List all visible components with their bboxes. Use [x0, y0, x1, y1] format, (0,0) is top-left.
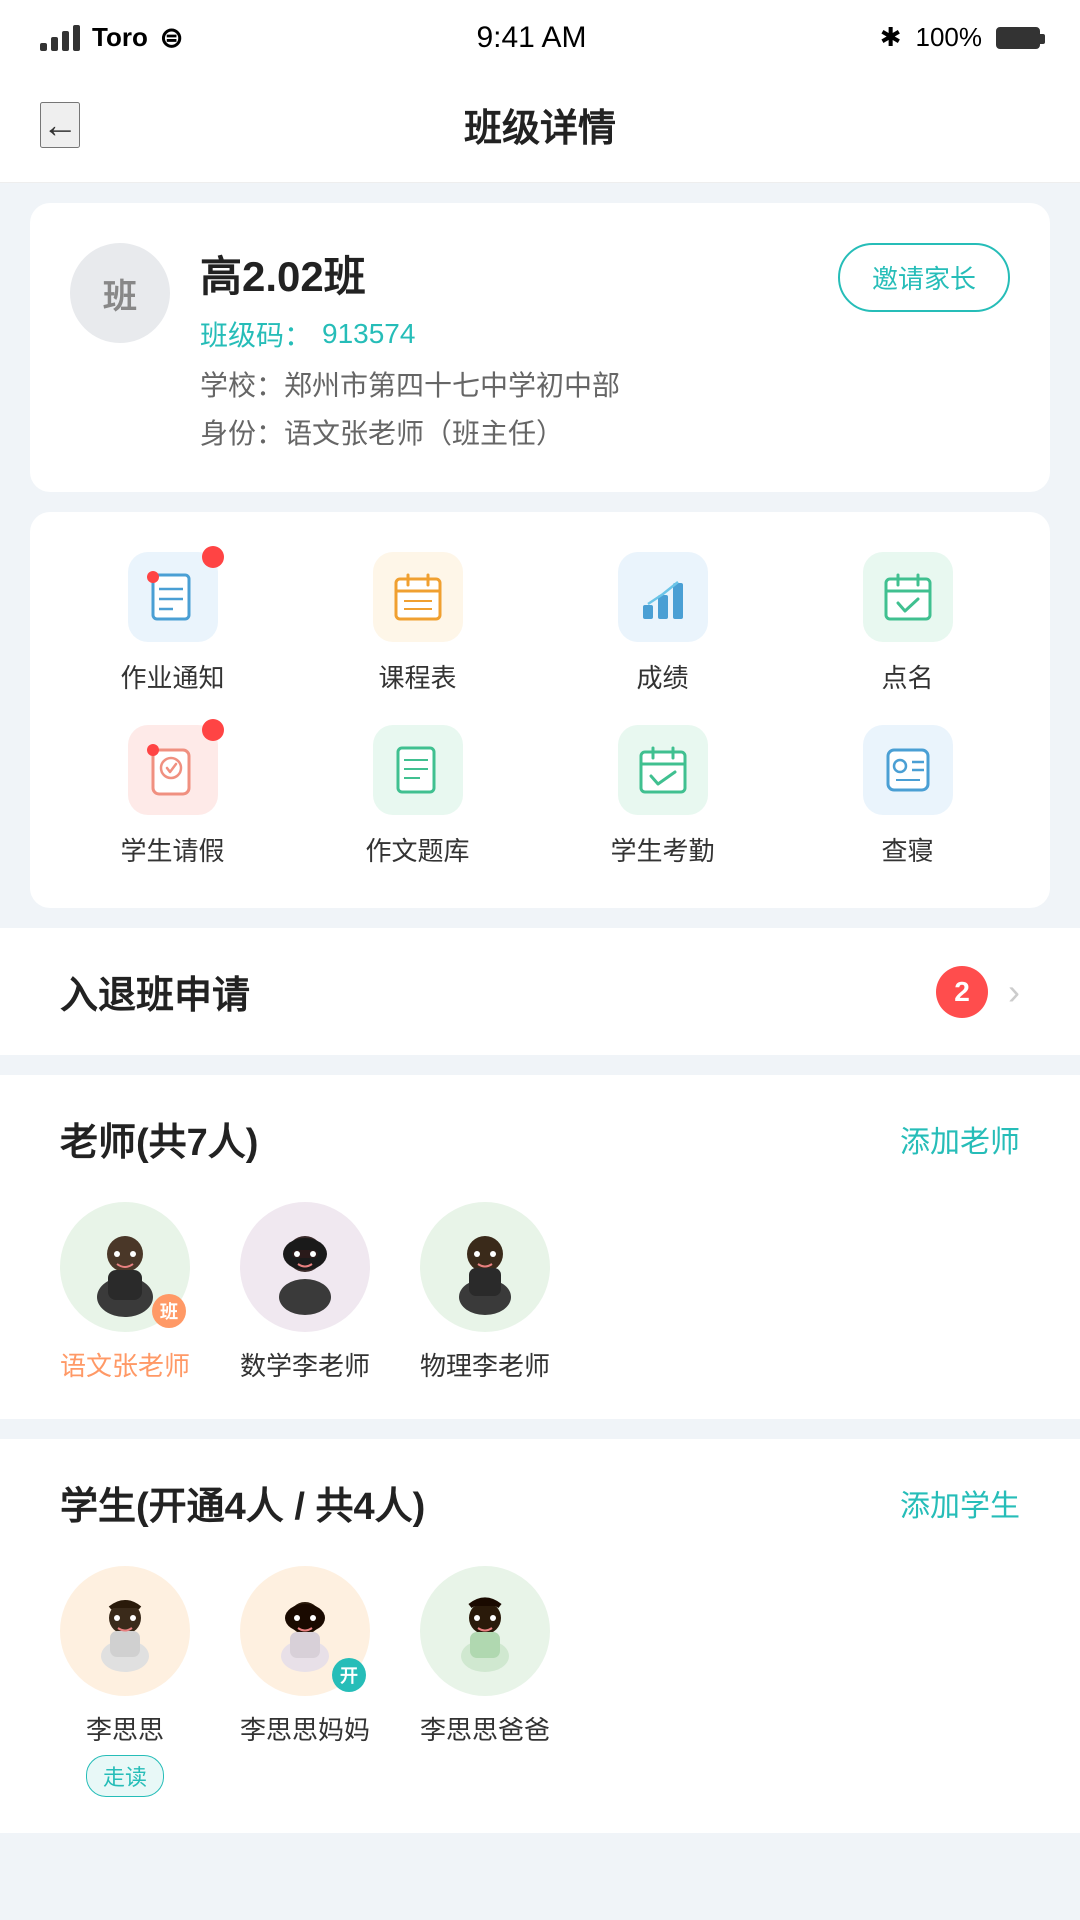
dorm-icon-wrap — [863, 725, 953, 815]
class-name: 高2.02班 — [200, 243, 808, 304]
menu-item-leave[interactable]: 学生请假 — [50, 725, 295, 868]
class-code-label: 班级码： — [200, 314, 312, 354]
menu-grid: 作业通知 课程表 — [50, 552, 1030, 868]
attendance-icon — [863, 552, 953, 642]
essay-icon — [373, 725, 463, 815]
join-section-title: 入退班申请 — [60, 964, 250, 1019]
leave-label: 学生请假 — [120, 831, 224, 868]
schedule-label: 课程表 — [378, 658, 456, 695]
students-title: 学生(开通4人 / 共4人) — [60, 1475, 425, 1530]
add-teacher-link[interactable]: 添加老师 — [900, 1117, 1020, 1161]
teacher-name-2: 数学李老师 — [240, 1346, 370, 1383]
teacher-name-3: 物理李老师 — [420, 1346, 550, 1383]
student-avatar-2: 开 — [240, 1566, 370, 1696]
menu-item-homework[interactable]: 作业通知 — [50, 552, 295, 695]
teacher-item-3[interactable]: 物理李老师 — [420, 1202, 550, 1383]
student-checkin-label: 学生考勤 — [610, 831, 714, 868]
back-button[interactable]: ← — [40, 102, 80, 148]
students-list: 李思思 走读 开 — [60, 1566, 1020, 1797]
schedule-icon-wrap — [373, 552, 463, 642]
students-header: 学生(开通4人 / 共4人) 添加学生 — [60, 1475, 1020, 1530]
teacher-avatar-3 — [420, 1202, 550, 1332]
class-avatar: 班 — [70, 243, 170, 343]
join-section-right: 2 › — [936, 966, 1020, 1018]
menu-item-essay[interactable]: 作文题库 — [295, 725, 540, 868]
leave-icon — [128, 725, 218, 815]
menu-grid-card: 作业通知 课程表 — [30, 512, 1050, 908]
student-item-3[interactable]: 李思思爸爸 — [420, 1566, 550, 1797]
grades-label: 成绩 — [636, 658, 688, 695]
add-student-link[interactable]: 添加学生 — [900, 1481, 1020, 1525]
nav-header: ← 班级详情 — [0, 67, 1080, 183]
battery-label: 100% — [916, 22, 983, 53]
carrier-label: Toro — [92, 22, 148, 53]
class-role: 身份：语文张老师（班主任） — [200, 412, 808, 452]
schedule-icon — [373, 552, 463, 642]
status-right: ✱ 100% — [880, 22, 1040, 53]
class-code-value: 913574 — [322, 318, 415, 350]
teacher-badge-1: 班 — [152, 1294, 186, 1328]
grades-icon — [618, 552, 708, 642]
homework-badge — [202, 546, 224, 568]
class-info-top: 班 高2.02班 班级码： 913574 学校：郑州市第四十七中学初中部 身份：… — [70, 243, 1010, 452]
teacher-item-1[interactable]: 班 语文张老师 — [60, 1202, 190, 1383]
teachers-header: 老师(共7人) 添加老师 — [60, 1111, 1020, 1166]
teacher-item-2[interactable]: 数学李老师 — [240, 1202, 370, 1383]
battery-icon — [996, 27, 1040, 49]
attendance-icon-wrap — [863, 552, 953, 642]
teacher-avatar-2 — [240, 1202, 370, 1332]
class-info-card: 班 高2.02班 班级码： 913574 学校：郑州市第四十七中学初中部 身份：… — [30, 203, 1050, 492]
grades-icon-wrap — [618, 552, 708, 642]
teachers-list: 班 语文张老师 数 — [60, 1202, 1020, 1383]
join-section-row[interactable]: 入退班申请 2 › — [0, 928, 1080, 1055]
join-count-badge: 2 — [936, 966, 988, 1018]
dorm-label: 查寝 — [881, 831, 933, 868]
class-info-details: 高2.02班 班级码： 913574 学校：郑州市第四十七中学初中部 身份：语文… — [200, 243, 808, 452]
status-left: Toro ⊜ — [40, 21, 183, 54]
status-time: 9:41 AM — [476, 21, 586, 55]
student-item-1[interactable]: 李思思 走读 — [60, 1566, 190, 1797]
student-badge-open: 开 — [332, 1658, 366, 1692]
menu-item-grades[interactable]: 成绩 — [540, 552, 785, 695]
student-checkin-icon — [618, 725, 708, 815]
page-title: 班级详情 — [464, 97, 616, 152]
class-school: 学校：郑州市第四十七中学初中部 — [200, 364, 808, 404]
main-content: 班 高2.02班 班级码： 913574 学校：郑州市第四十七中学初中部 身份：… — [0, 183, 1080, 1873]
student-avatar-1 — [60, 1566, 190, 1696]
menu-item-student-checkin[interactable]: 学生考勤 — [540, 725, 785, 868]
teacher-name-1: 语文张老师 — [60, 1346, 190, 1383]
homework-icon — [128, 552, 218, 642]
homework-icon-wrap — [128, 552, 218, 642]
bluetooth-icon: ✱ — [880, 22, 902, 53]
student-name-2: 李思思妈妈 — [240, 1710, 370, 1747]
signal-icon — [40, 25, 80, 51]
student-avatar-3 — [420, 1566, 550, 1696]
homework-label: 作业通知 — [120, 658, 224, 695]
menu-item-dorm[interactable]: 查寝 — [785, 725, 1030, 868]
teachers-section: 老师(共7人) 添加老师 班 语文张老师 — [0, 1075, 1080, 1419]
leave-badge — [202, 719, 224, 741]
dorm-icon — [863, 725, 953, 815]
student-checkin-icon-wrap — [618, 725, 708, 815]
teachers-title: 老师(共7人) — [60, 1111, 258, 1166]
essay-icon-wrap — [373, 725, 463, 815]
attendance-label: 点名 — [881, 658, 933, 695]
teacher-avatar-1: 班 — [60, 1202, 190, 1332]
leave-icon-wrap — [128, 725, 218, 815]
invite-parent-button[interactable]: 邀请家长 — [838, 243, 1010, 312]
student-tag-1: 走读 — [86, 1755, 164, 1797]
menu-item-attendance[interactable]: 点名 — [785, 552, 1030, 695]
join-chevron-icon: › — [1008, 971, 1020, 1013]
wifi-icon: ⊜ — [160, 21, 183, 54]
menu-item-schedule[interactable]: 课程表 — [295, 552, 540, 695]
student-name-3: 李思思爸爸 — [420, 1710, 550, 1747]
class-code-row: 班级码： 913574 — [200, 314, 808, 354]
student-item-2[interactable]: 开 李思思妈妈 — [240, 1566, 370, 1797]
students-section: 学生(开通4人 / 共4人) 添加学生 — [0, 1439, 1080, 1833]
essay-label: 作文题库 — [365, 831, 469, 868]
student-name-1: 李思思 — [86, 1710, 164, 1747]
status-bar: Toro ⊜ 9:41 AM ✱ 100% — [0, 0, 1080, 67]
